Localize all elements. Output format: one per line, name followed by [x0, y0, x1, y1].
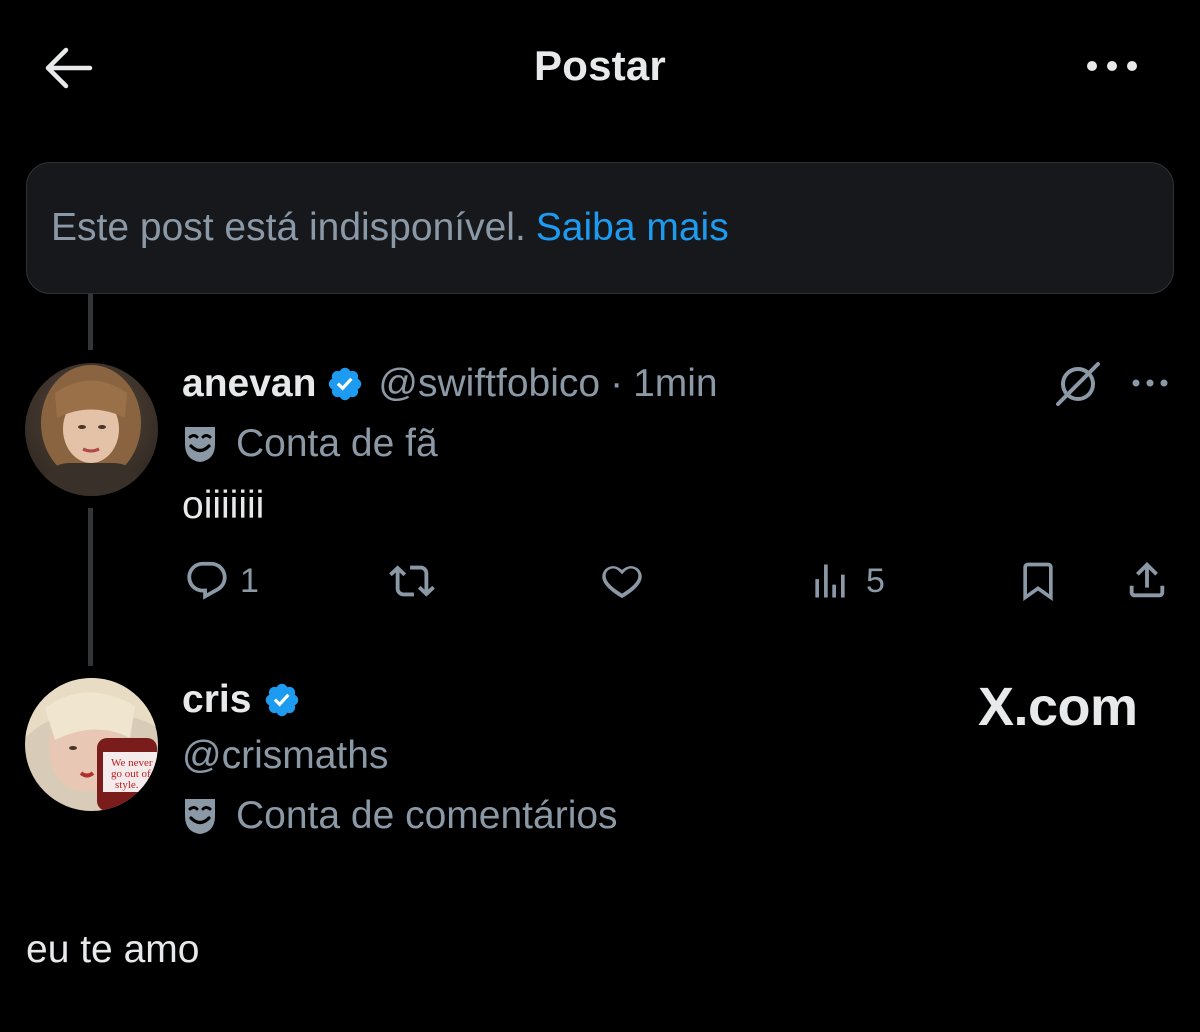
thread-line-top: [88, 294, 93, 350]
user-handle[interactable]: @swiftfobico: [378, 362, 600, 406]
account-label: Conta de comentários: [182, 794, 618, 838]
reply-count: 1: [240, 561, 259, 600]
reply-text: eu te amo: [26, 928, 200, 971]
x-com-watermark: X.com: [978, 677, 1138, 737]
retweet-icon: [389, 565, 435, 597]
views-count: 5: [866, 561, 885, 600]
account-label-text: Conta de comentários: [236, 794, 618, 837]
post-time[interactable]: 1min: [633, 362, 718, 406]
page-title: Postar: [534, 42, 666, 89]
verified-badge-icon: [266, 683, 299, 717]
share-button[interactable]: [1124, 556, 1170, 604]
avatar-anevan[interactable]: [25, 363, 158, 496]
notice-text: Este post está indisponível.: [51, 206, 526, 249]
display-name[interactable]: cris: [182, 678, 251, 722]
more-options-button[interactable]: [1082, 54, 1142, 78]
svg-text:style.: style.: [115, 779, 139, 791]
heart-icon: [602, 566, 642, 599]
separator-dot: ·: [610, 362, 624, 405]
user-handle[interactable]: @crismaths: [182, 734, 388, 778]
grok-button[interactable]: [1052, 358, 1104, 410]
more-horizontal-icon: [1132, 379, 1168, 387]
display-name[interactable]: anevan: [182, 362, 316, 406]
retweet-button[interactable]: [388, 558, 436, 604]
account-label: Conta de fã: [182, 422, 438, 466]
unavailable-post-notice: Este post está indisponível. Saiba mais: [26, 162, 1174, 294]
parody-mask-icon: [185, 799, 215, 834]
bookmark-button[interactable]: [1016, 558, 1060, 604]
like-button[interactable]: [598, 558, 646, 604]
thread-line-middle: [88, 508, 93, 666]
tweet-more-button[interactable]: [1130, 374, 1170, 392]
tweet-text: oiiiiiii: [182, 484, 265, 527]
avatar-image: We never go out of style.: [25, 678, 158, 811]
avatar-cris[interactable]: We never go out of style.: [25, 678, 158, 811]
grok-icon: [1056, 362, 1100, 406]
reply-header: cris: [182, 678, 301, 722]
reply-icon: [187, 561, 227, 600]
verified-badge-icon: [329, 367, 362, 401]
share-icon: [1129, 561, 1165, 598]
reply-button[interactable]: 1: [184, 558, 259, 604]
tweet-header: anevan @swiftfobico · 1min: [182, 362, 718, 406]
views-button[interactable]: 5: [808, 558, 885, 604]
account-label-text: Conta de fã: [236, 422, 438, 465]
views-chart-icon: [815, 564, 845, 598]
more-horizontal-icon: [1087, 61, 1137, 71]
parody-mask-icon: [185, 427, 215, 462]
bookmark-icon: [1023, 562, 1053, 602]
avatar-image: [25, 363, 158, 496]
learn-more-link[interactable]: Saiba mais: [536, 206, 729, 250]
